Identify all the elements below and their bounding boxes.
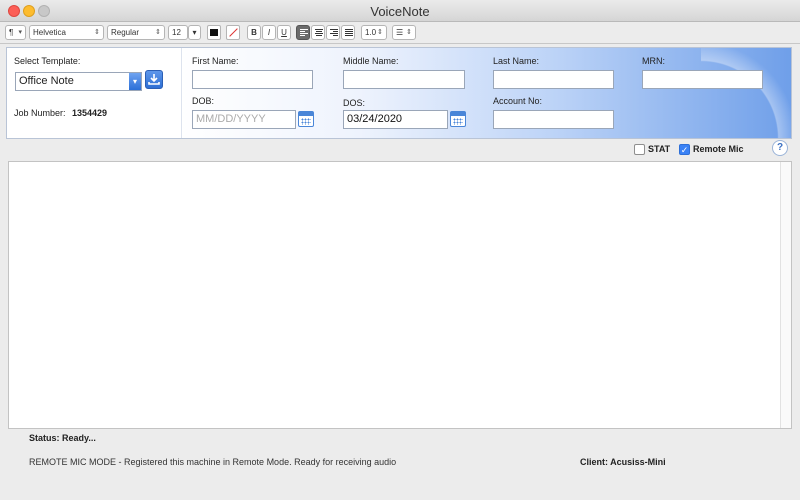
status-message: REMOTE MIC MODE - Registered this machin…: [29, 457, 397, 467]
bold-button[interactable]: B: [247, 25, 261, 40]
stepper-icon: ⇕: [377, 29, 383, 36]
paragraph-icon: ¶: [9, 28, 14, 37]
paragraph-style-select[interactable]: ¶ ▾: [5, 25, 26, 40]
account-number-label: Account No:: [493, 96, 543, 106]
template-pane: Select Template: Office Note ▾ Job Numbe…: [7, 48, 182, 138]
font-size-dropdown[interactable]: ▾: [188, 25, 201, 40]
chevron-down-icon: ▾: [129, 73, 141, 90]
dob-field[interactable]: MM/DD/YYYY: [192, 110, 296, 129]
font-family-select[interactable]: Helvetica ⇕: [29, 25, 104, 40]
decorative-swoosh: [701, 48, 791, 138]
stat-label: STAT: [648, 144, 671, 154]
dob-calendar-icon[interactable]: [298, 111, 314, 127]
status-label: Status: Ready...: [29, 433, 96, 443]
dictation-text-editor[interactable]: [8, 161, 792, 429]
stepper-icon: ⇕: [155, 29, 161, 36]
line-spacing-select[interactable]: 1.0 ⇕: [361, 25, 387, 40]
text-color-button[interactable]: [207, 25, 221, 40]
remote-mic-label: Remote Mic: [693, 144, 744, 154]
editor-scrollbar[interactable]: [780, 162, 791, 428]
align-left-icon: [300, 29, 308, 37]
patient-header-panel: Select Template: Office Note ▾ Job Numbe…: [6, 47, 792, 139]
dos-label: DOS:: [343, 98, 366, 108]
template-label: Select Template:: [14, 56, 81, 66]
job-number-value: 1354429: [72, 108, 108, 118]
stepper-icon: ⇕: [406, 29, 412, 36]
list-icon: ☰: [396, 28, 404, 37]
checkmark-icon: ✓: [680, 145, 689, 155]
stepper-icon: ⇕: [94, 29, 100, 36]
align-right-icon: [330, 29, 338, 37]
align-center-icon: [315, 29, 323, 37]
last-name-field[interactable]: [493, 70, 614, 89]
dos-calendar-icon[interactable]: [450, 111, 466, 127]
chevron-down-icon: ▾: [192, 28, 197, 37]
last-name-label: Last Name:: [493, 56, 540, 66]
help-button[interactable]: ?: [772, 140, 788, 156]
chevron-down-icon: ▾: [18, 29, 22, 36]
client-name: Client: Acusiss-Mini: [580, 457, 666, 467]
title-bar: VoiceNote: [0, 0, 800, 22]
middle-name-field[interactable]: [343, 70, 465, 89]
first-name-label: First Name:: [192, 56, 239, 66]
justify-icon: [345, 29, 353, 37]
window-title: VoiceNote: [370, 4, 430, 19]
align-center-button[interactable]: [311, 25, 325, 40]
mrn-label: MRN:: [642, 56, 665, 66]
align-right-button[interactable]: [326, 25, 340, 40]
job-number-label: Job Number:: [14, 108, 66, 118]
remote-mic-checkbox[interactable]: ✓: [679, 144, 690, 155]
italic-button[interactable]: I: [262, 25, 276, 40]
first-name-field[interactable]: [192, 70, 313, 89]
options-row: STAT ✓ Remote Mic ?: [6, 139, 792, 161]
voicenote-window: VoiceNote ¶ ▾ Helvetica ⇕ Regular ⇕ 12 ▾ B …: [0, 0, 800, 500]
mrn-field[interactable]: [642, 70, 763, 89]
line-spacing-value: 1.0: [365, 28, 377, 37]
list-style-select[interactable]: ☰ ⇕: [392, 25, 416, 40]
color-swatch-icon: [210, 29, 218, 36]
download-icon: [148, 74, 160, 85]
load-template-button[interactable]: [145, 70, 163, 89]
justify-button[interactable]: [341, 25, 355, 40]
template-select[interactable]: Office Note ▾: [15, 72, 142, 91]
font-size-field[interactable]: 12: [168, 25, 188, 40]
format-toolbar: ¶ ▾ Helvetica ⇕ Regular ⇕ 12 ▾ B I U 1.0…: [0, 22, 800, 44]
dos-field[interactable]: 03/24/2020: [343, 110, 448, 129]
font-size-value: 12: [172, 28, 181, 37]
font-style-select[interactable]: Regular ⇕: [107, 25, 165, 40]
no-color-icon: [229, 29, 237, 36]
font-family-value: Helvetica: [33, 28, 66, 37]
dob-label: DOB:: [192, 96, 215, 106]
font-style-value: Regular: [111, 28, 140, 37]
template-value: Office Note: [19, 75, 74, 87]
account-number-field[interactable]: [493, 110, 614, 129]
highlight-color-button[interactable]: [226, 25, 240, 40]
middle-name-label: Middle Name:: [343, 56, 399, 66]
align-left-button[interactable]: [296, 25, 310, 40]
stat-checkbox[interactable]: [634, 144, 645, 155]
underline-button[interactable]: U: [277, 25, 291, 40]
